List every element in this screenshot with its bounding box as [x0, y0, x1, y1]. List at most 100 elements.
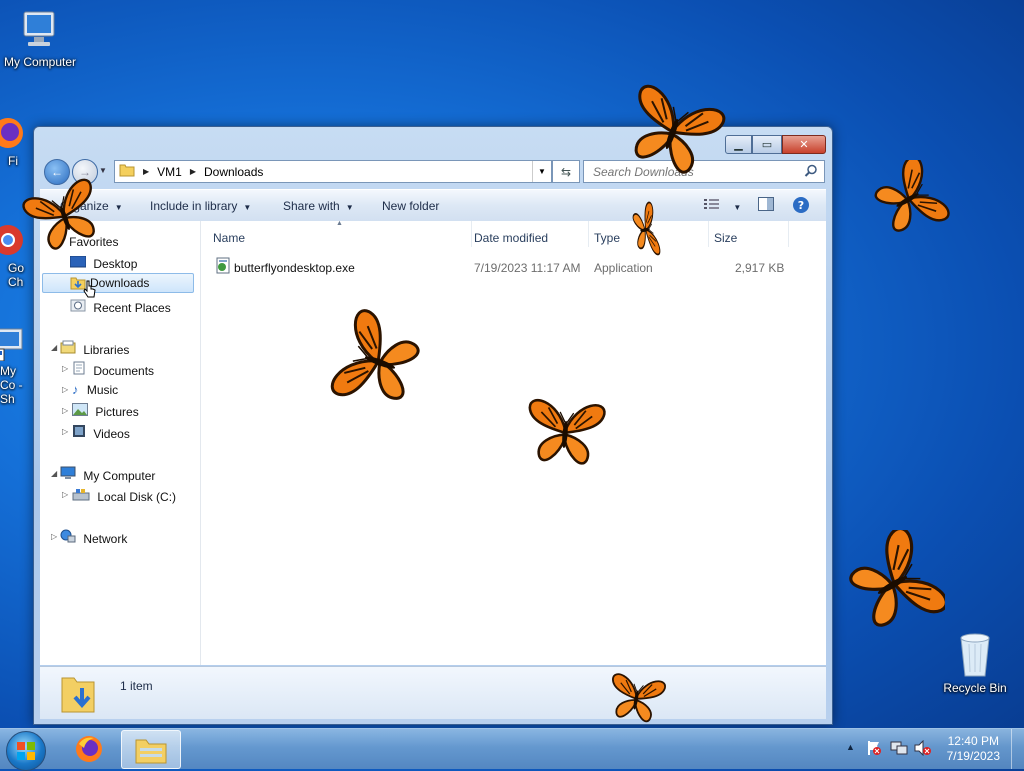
- nav-item-pictures[interactable]: Pictures: [72, 403, 139, 419]
- expand-arrow-icon[interactable]: ▷: [51, 532, 57, 541]
- expand-arrow-icon[interactable]: ▷: [62, 427, 68, 436]
- close-button[interactable]: ✕: [782, 135, 826, 154]
- collapse-arrow-icon[interactable]: ◢: [51, 343, 57, 352]
- taskbar-firefox[interactable]: [60, 730, 118, 767]
- nav-item-label: Documents: [93, 364, 155, 378]
- collapse-arrow-icon[interactable]: ◢: [51, 469, 57, 478]
- show-hidden-icons-button[interactable]: ▲: [846, 742, 855, 752]
- nav-item-documents[interactable]: Documents: [72, 361, 154, 378]
- windows-logo-icon: [17, 742, 35, 763]
- command-bar: Organize ▼ Include in library ▼ Share with…: [40, 189, 826, 222]
- preview-pane-button[interactable]: [758, 197, 774, 214]
- explorer-window: ▁ ▭ ✕ ← → ▼ ▶ VM1 ▶ Downloads ▼ ⇆ Organi…: [33, 126, 833, 725]
- show-desktop-button[interactable]: [1011, 729, 1024, 769]
- butterfly-decoration: [840, 530, 945, 640]
- system-clock[interactable]: 12:40 PM 7/19/2023: [947, 734, 1000, 764]
- desktop-icon-my-computer[interactable]: My Computer: [0, 8, 80, 69]
- change-view-button[interactable]: ▼: [704, 198, 741, 213]
- nav-item-desktop[interactable]: Desktop: [69, 255, 138, 271]
- butterfly-decoration: [630, 201, 662, 259]
- expand-arrow-icon[interactable]: ▷: [62, 490, 68, 499]
- music-icon: ♪: [72, 382, 79, 397]
- recent-places-icon: [70, 299, 86, 315]
- nav-item-label: Music: [86, 383, 119, 397]
- breadcrumb-arrow-icon[interactable]: ▶: [143, 167, 149, 176]
- refresh-button[interactable]: ⇆: [552, 160, 580, 183]
- breadcrumb-item[interactable]: VM1: [157, 165, 182, 179]
- address-dropdown-button[interactable]: ▼: [532, 161, 551, 182]
- nav-item-recent-places[interactable]: Recent Places: [70, 298, 171, 315]
- nav-item-label: Libraries: [83, 343, 130, 357]
- butterfly-decoration: [605, 672, 667, 725]
- navigation-pane: ★ Favorites Desktop Downloads Recent Pla…: [40, 221, 201, 665]
- expand-arrow-icon[interactable]: ▷: [62, 406, 68, 415]
- computer-icon: [60, 466, 76, 483]
- share-with-button[interactable]: Share with ▼: [283, 199, 354, 213]
- butterfly-decoration: [524, 398, 607, 467]
- content-area: ★ Favorites Desktop Downloads Recent Pla…: [40, 220, 826, 665]
- computer-icon: [18, 8, 62, 52]
- minimize-icon: ▁: [734, 139, 743, 151]
- breadcrumb-arrow-icon[interactable]: ▶: [190, 167, 196, 176]
- new-folder-button[interactable]: New folder: [382, 199, 439, 213]
- clock-date: 7/19/2023: [946, 749, 1000, 763]
- taskbar-explorer[interactable]: [121, 730, 181, 769]
- expand-arrow-icon[interactable]: ▷: [62, 364, 68, 373]
- nav-item-downloads[interactable]: Downloads: [42, 273, 194, 298]
- desktop-icon-label: Recycle Bin: [943, 681, 1007, 695]
- chevron-down-icon: ▼: [345, 203, 354, 212]
- maximize-button[interactable]: ▭: [752, 135, 782, 154]
- start-button[interactable]: [6, 731, 46, 771]
- firefox-icon: [74, 734, 104, 767]
- address-bar[interactable]: ▶ VM1 ▶ Downloads ▼: [114, 160, 552, 183]
- help-icon: ?: [792, 197, 810, 217]
- help-button[interactable]: ?: [792, 196, 810, 217]
- recycle-bin-icon: [955, 630, 995, 678]
- caption-buttons: ▁ ▭ ✕: [725, 135, 826, 154]
- chevron-down-icon: ▼: [538, 167, 546, 176]
- disk-drive-icon: [72, 489, 90, 504]
- recent-pages-dropdown[interactable]: ▼: [99, 166, 107, 175]
- butterfly-decoration: [618, 84, 728, 181]
- breadcrumb-item[interactable]: Downloads: [204, 165, 263, 179]
- back-arrow-icon: ←: [51, 165, 63, 179]
- file-name: butterflyondesktop.exe: [234, 261, 355, 275]
- nav-item-my-computer[interactable]: My Computer: [60, 466, 155, 483]
- nav-item-libraries[interactable]: Libraries: [60, 340, 129, 357]
- nav-item-label: Videos: [93, 427, 130, 441]
- libraries-icon: [60, 340, 76, 357]
- nav-item-label: Desktop: [93, 257, 138, 271]
- butterfly-decoration: [330, 306, 427, 417]
- close-icon: ✕: [799, 139, 809, 151]
- network-icon: [60, 529, 76, 546]
- include-in-library-label: Include in library: [150, 199, 238, 213]
- volume-muted-icon[interactable]: [914, 739, 932, 759]
- nav-item-network[interactable]: Network: [60, 529, 127, 546]
- file-row[interactable]: butterflyondesktop.exe 7/19/2023 11:17 A…: [201, 221, 826, 281]
- videos-icon: [72, 425, 86, 441]
- network-status-icon[interactable]: [890, 740, 908, 759]
- application-icon: [215, 257, 231, 278]
- nav-item-label: Downloads: [90, 276, 150, 290]
- share-with-label: Share with: [283, 199, 340, 213]
- firefox-icon: [0, 115, 26, 151]
- action-center-flag-icon[interactable]: [866, 740, 882, 759]
- nav-item-music[interactable]: ♪ Music: [72, 382, 118, 397]
- nav-item-label: Pictures: [95, 405, 139, 419]
- include-in-library-button[interactable]: Include in library ▼: [150, 199, 251, 213]
- desktop-icon-label: My Computer: [3, 55, 77, 69]
- nav-item-videos[interactable]: Videos: [72, 424, 130, 441]
- desktop-icon: [69, 255, 87, 271]
- desktop-icon-recycle-bin[interactable]: Recycle Bin: [935, 630, 1015, 695]
- nav-item-local-disk[interactable]: Local Disk (C:): [72, 487, 176, 504]
- chevron-down-icon: ▼: [243, 203, 252, 212]
- nav-item-label: My Computer: [83, 469, 156, 483]
- file-size: 2,917 KB: [735, 261, 785, 275]
- butterfly-decoration: [866, 160, 950, 240]
- folder-icon: [135, 736, 167, 767]
- expand-arrow-icon[interactable]: ▷: [62, 385, 68, 394]
- search-icon[interactable]: [804, 164, 818, 181]
- nav-item-label: Network: [83, 532, 128, 546]
- item-count: 1 item: [120, 679, 153, 693]
- pictures-icon: [72, 403, 88, 419]
